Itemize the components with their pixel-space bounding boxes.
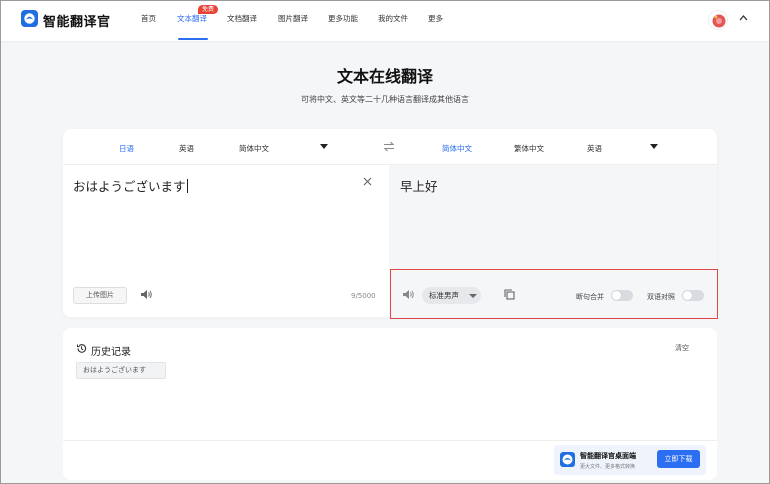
chevron-up-icon[interactable] (739, 14, 748, 24)
source-text-input[interactable]: おはようございます (73, 176, 188, 195)
history-clock-icon (76, 343, 87, 356)
history-item[interactable]: おはようございます (76, 362, 166, 379)
language-bar: 日语 英语 简体中文 简体中文 繁体中文 英语 (63, 129, 717, 165)
chevron-down-icon (469, 294, 477, 298)
brand-name[interactable]: 智能翻译官 (43, 11, 111, 30)
toggle-bilingual-switch[interactable] (682, 290, 704, 301)
target-lang-chinese[interactable]: 简体中文 (442, 143, 472, 154)
toggle-bilingual-label: 双语对照 (647, 293, 675, 301)
page-subtitle: 可将中文、英文等二十几种语言翻译成其他语言 (301, 95, 469, 104)
source-lang-chinese[interactable]: 简体中文 (239, 143, 269, 154)
translated-text: 早上好 (400, 179, 438, 194)
free-badge: 免费 (198, 5, 219, 14)
history-title: 历史记录 (91, 347, 131, 358)
nav-more-features[interactable]: 更多功能 (328, 13, 358, 24)
nav-home[interactable]: 首页 (141, 13, 156, 24)
source-lang-japanese[interactable]: 日语 (119, 143, 134, 154)
source-lang-dropdown-icon[interactable] (320, 144, 328, 149)
nav-doc-translate[interactable]: 文档翻译 (227, 13, 257, 24)
copy-icon[interactable] (504, 289, 515, 302)
toggle-knob (612, 291, 621, 300)
toggle-knob (683, 291, 692, 300)
user-avatar[interactable] (708, 10, 728, 30)
nav-image-translate[interactable]: 图片翻译 (278, 13, 308, 24)
swap-languages-icon[interactable] (383, 141, 395, 155)
clear-input-icon[interactable] (363, 175, 372, 189)
voice-select[interactable]: 标准男声 (422, 287, 481, 304)
desktop-promo: 智能翻译官桌面端 更大文件、更多格式转换 立即下载 (554, 445, 706, 475)
target-lang-english[interactable]: 英语 (587, 143, 602, 154)
nav-text-translate[interactable]: 文本翻译 (177, 13, 207, 24)
app-logo-icon[interactable] (21, 10, 38, 27)
source-text-value: おはようございます (73, 179, 186, 194)
history-card: 历史记录 清空 おはようございます 智能翻译官桌面端 更大文件、更多格式转换 立… (63, 328, 717, 480)
source-panel[interactable]: おはようございます 上传图片 9/5000 (63, 165, 389, 317)
source-lang-english[interactable]: 英语 (179, 143, 194, 154)
promo-subtitle: 更大文件、更多格式转换 (580, 464, 636, 470)
speaker-icon[interactable] (140, 289, 153, 302)
voice-select-value: 标准男声 (429, 291, 459, 300)
top-header: 智能翻译官 首页 文本翻译 文档翻译 图片翻译 更多功能 我的文件 更多 免费 (1, 1, 769, 41)
clear-history-button[interactable]: 清空 (675, 343, 689, 353)
text-caret (186, 179, 188, 193)
toggle-merge-label: 断句合并 (576, 293, 604, 301)
nav-active-indicator (178, 38, 208, 40)
toggle-merge-switch[interactable] (611, 290, 633, 301)
nav-more[interactable]: 更多 (428, 13, 443, 24)
target-panel: 早上好 标准男声 断句合并 双语对照 (389, 165, 717, 317)
download-button[interactable]: 立即下载 (657, 450, 700, 468)
app-logo-icon (560, 452, 575, 467)
page-title: 文本在线翻译 (336, 67, 433, 86)
upload-image-button[interactable]: 上传图片 (73, 287, 127, 304)
promo-title: 智能翻译官桌面端 (580, 452, 636, 460)
target-lang-traditional[interactable]: 繁体中文 (514, 143, 544, 154)
char-counter: 9/5000 (351, 292, 376, 300)
target-lang-dropdown-icon[interactable] (650, 144, 658, 149)
nav-my-files[interactable]: 我的文件 (378, 13, 408, 24)
speaker-icon[interactable] (402, 289, 415, 302)
translator-card: 日语 英语 简体中文 简体中文 繁体中文 英语 おはようございます 上传图片 9… (63, 129, 717, 317)
divider (63, 440, 717, 441)
